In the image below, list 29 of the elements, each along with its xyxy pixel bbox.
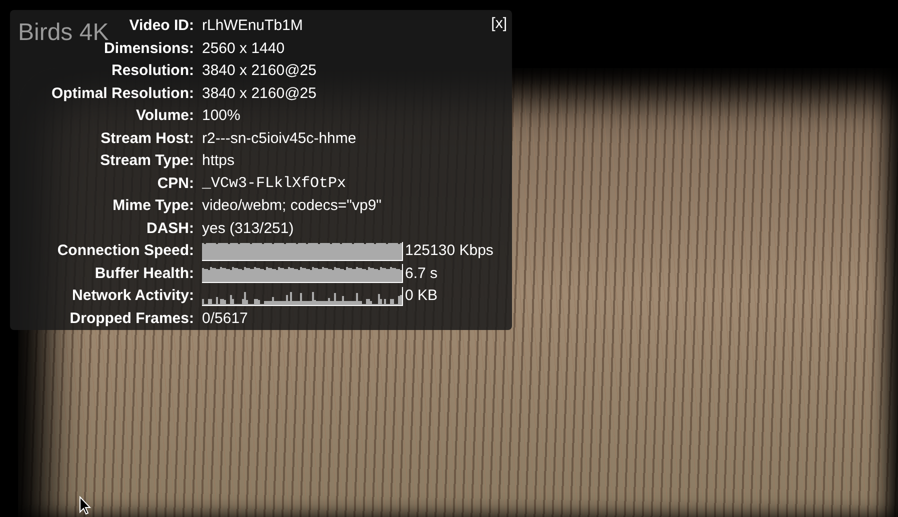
- stat-label: CPN:: [157, 174, 194, 194]
- stat-label: Mime Type:: [112, 196, 194, 216]
- stat-value: _VCw3-FLklXfOtPx: [202, 174, 346, 194]
- stat-value: video/webm; codecs="vp9": [202, 196, 382, 216]
- stat-value: https: [202, 151, 235, 171]
- stat-label: Stream Host:: [100, 128, 194, 148]
- stat-value: 3840 x 2160@25: [202, 84, 316, 104]
- stat-value: 125130 Kbps: [405, 241, 494, 261]
- stat-value: 0/5617: [202, 308, 248, 328]
- stat-value: r2---sn-c5ioiv45c-hhme: [202, 128, 356, 148]
- stat-value: 2560 x 1440: [202, 38, 285, 58]
- stat-label: Network Activity:: [72, 286, 194, 306]
- stat-label: Dropped Frames:: [70, 308, 194, 328]
- stat-value: 3840 x 2160@25: [202, 61, 316, 81]
- stat-label: Stream Type:: [100, 151, 194, 171]
- stat-label: Dimensions:: [104, 40, 194, 58]
- close-button[interactable]: [x]: [491, 15, 507, 32]
- stat-label: DASH:: [146, 218, 194, 238]
- stat-label: Connection Speed:: [57, 241, 194, 261]
- stat-value: yes (313/251): [202, 218, 294, 238]
- stat-value: 6.7 s: [405, 264, 438, 284]
- stat-label: Volume:: [136, 106, 194, 126]
- stat-value: 100%: [202, 106, 240, 126]
- stat-value: 0 KB: [405, 286, 438, 306]
- stat-value: rLhWEnuTb1M: [202, 16, 303, 36]
- stat-label: Resolution:: [112, 61, 194, 81]
- stat-label: Buffer Health:: [94, 264, 194, 284]
- stat-label: Optimal Resolution:: [52, 84, 194, 104]
- stat-label: Video ID:: [129, 16, 194, 36]
